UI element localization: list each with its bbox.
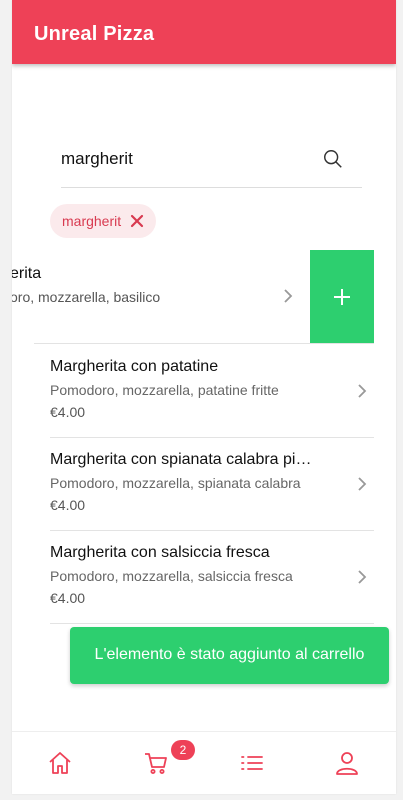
add-to-cart-button[interactable] [310,250,374,344]
cart-badge: 2 [171,740,195,760]
item-description: Pomodoro, mozzarella, patatine fritte [50,382,279,398]
tab-cart[interactable] [142,749,170,777]
bottom-tab-bar: 2 [12,731,396,794]
list-item[interactable]: Margherita con patatine Pomodoro, mozzar… [50,344,374,438]
item-price: €4.00 [50,497,86,513]
item-price: €4.00 [50,404,86,420]
tab-orders[interactable] [238,749,266,777]
app-title: Unreal Pizza [34,23,155,45]
chevron-right-icon [358,384,367,398]
item-description: oro, mozzarella, basilico [12,289,161,305]
search-icon[interactable] [322,148,344,170]
app-header: Unreal Pizza [12,0,396,64]
item-description: Pomodoro, mozzarella, spianata calabra [50,475,301,491]
tab-home[interactable] [46,749,74,777]
cart-icon [145,753,167,774]
item-name: erita [12,265,42,282]
plus-icon [334,289,350,305]
swiped-list-item[interactable]: erita oro, mozzarella, basilico [12,250,396,344]
search-bar[interactable]: margherit [61,140,362,188]
close-icon[interactable] [130,214,144,228]
tab-profile[interactable] [333,749,361,777]
chevron-right-icon [284,289,293,303]
item-description: Pomodoro, mozzarella, salsiccia fresca [50,568,293,584]
search-input[interactable]: margherit [61,149,133,169]
user-icon [336,752,358,775]
list-item[interactable]: Margherita con spianata calabra pi… Pomo… [50,437,374,531]
item-name: Margherita con salsiccia fresca [50,544,270,561]
toast-message: L'elemento è stato aggiunto al carrello [94,646,365,663]
item-name: Margherita con patatine [50,358,219,375]
filter-chip-label: margherit [62,213,122,229]
item-price: €4.00 [50,590,86,606]
chevron-right-icon [358,477,367,491]
list-item[interactable]: Margherita con salsiccia fresca Pomodoro… [50,530,374,624]
toast-notification: L'elemento è stato aggiunto al carrello [70,627,389,684]
app-screen: Unreal Pizza margherit margherit erita o… [12,0,396,794]
item-name: Margherita con spianata calabra pi… [50,451,312,468]
list-icon [241,756,263,770]
chevron-right-icon [358,570,367,584]
filter-chip[interactable]: margherit [50,204,157,238]
home-icon [49,752,71,774]
